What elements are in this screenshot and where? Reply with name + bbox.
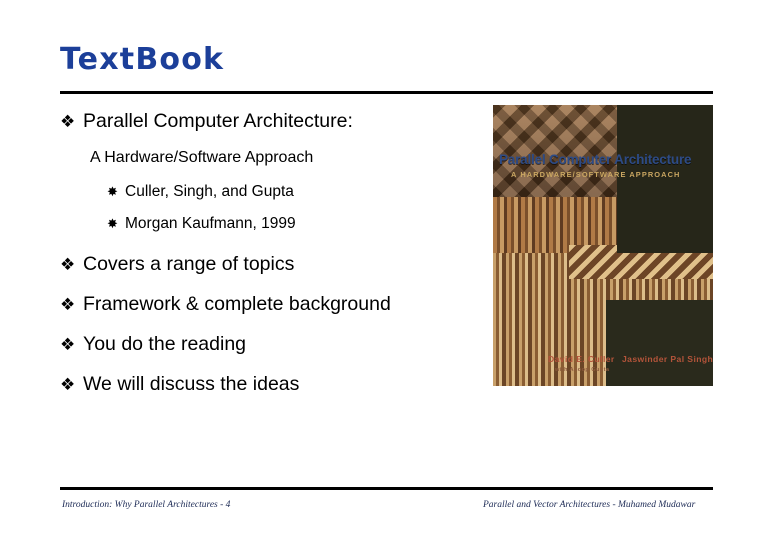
footer-right-text: Parallel and Vector Architectures - Muha…	[483, 500, 696, 510]
bullet-label: Parallel Computer Architecture:	[83, 110, 353, 132]
diamond-bullet-icon: ❖	[60, 295, 76, 315]
bullet-item: ❖ Framework & complete background	[60, 293, 391, 316]
bullet-item: ✸ Morgan Kaufmann, 1999	[107, 215, 296, 233]
cover-dark-panel-top	[617, 105, 713, 253]
bullet-label: A Hardware/Software Approach	[90, 149, 314, 166]
footer-left-text: Introduction: Why Parallel Architectures…	[62, 500, 231, 510]
bullet-item: ❖ Covers a range of topics	[60, 253, 294, 276]
book-cover-artwork: Parallel Computer Architecture A HARDWAR…	[493, 105, 713, 386]
cover-dark-panel-bottom	[606, 300, 713, 386]
cover-title-text: Parallel Computer Architecture	[499, 152, 692, 167]
asterisk-bullet-icon: ✸	[107, 185, 118, 200]
bullet-label: Morgan Kaufmann, 1999	[125, 215, 296, 232]
diamond-bullet-icon: ❖	[60, 375, 76, 395]
bullet-label: Culler, Singh, and Gupta	[125, 183, 294, 200]
bullet-item: ❖ We will discuss the ideas	[60, 373, 299, 396]
bullet-label: You do the reading	[83, 333, 247, 355]
cover-subtitle-text: A HARDWARE/SOFTWARE APPROACH	[511, 170, 681, 179]
cover-author-right: Jaswinder Pal Singh	[622, 354, 713, 364]
diamond-bullet-icon: ❖	[60, 335, 76, 355]
diamond-bullet-icon: ❖	[60, 255, 76, 275]
footer-divider	[60, 487, 713, 490]
bullet-label: We will discuss the ideas	[83, 373, 300, 395]
cover-contributor: with Anoop Gupta	[555, 367, 610, 373]
bullet-item: A Hardware/Software Approach	[90, 149, 313, 167]
asterisk-bullet-icon: ✸	[107, 217, 118, 232]
cover-author-left: David E. Culler	[548, 354, 615, 364]
title-divider	[60, 91, 713, 94]
bullet-item: ❖ You do the reading	[60, 333, 246, 356]
book-cover-image: Parallel Computer Architecture A HARDWAR…	[493, 105, 713, 386]
diamond-bullet-icon: ❖	[60, 112, 76, 132]
bullet-label: Framework & complete background	[83, 293, 391, 315]
slide-canvas: TextBook ❖ Parallel Computer Architecture…	[0, 0, 780, 540]
bullet-item: ✸ Culler, Singh, and Gupta	[107, 183, 294, 201]
bullet-label: Covers a range of topics	[83, 253, 295, 275]
page-title: TextBook	[60, 42, 225, 77]
bullet-item: ❖ Parallel Computer Architecture:	[60, 110, 353, 133]
